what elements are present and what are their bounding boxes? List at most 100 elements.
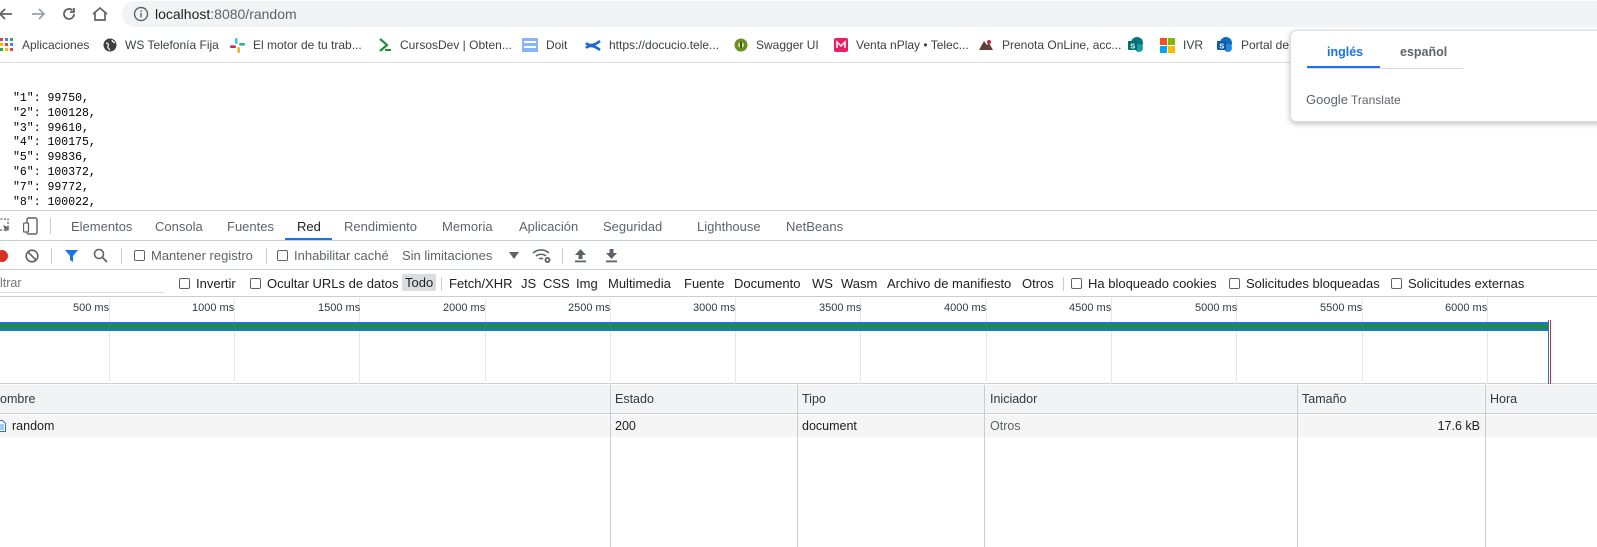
timeline-tick: 4000 ms bbox=[944, 302, 987, 314]
filter-input[interactable] bbox=[0, 274, 165, 293]
tab-lighthouse[interactable]: Lighthouse bbox=[697, 219, 761, 234]
type-filter-otros[interactable]: Otros bbox=[1022, 276, 1054, 291]
tab-rendimiento[interactable]: Rendimiento bbox=[344, 219, 417, 234]
bookmark-swagger[interactable]: Swagger UI bbox=[734, 36, 819, 54]
bookmark-slack[interactable]: El motor de tu trab... bbox=[230, 36, 362, 54]
prenota-icon bbox=[979, 40, 993, 50]
type-filter-fetch-xhr[interactable]: Fetch/XHR bbox=[449, 276, 513, 291]
controls-separator bbox=[266, 248, 267, 264]
tab-memoria[interactable]: Memoria bbox=[442, 219, 493, 234]
blocked-cookies-checkbox[interactable]: Ha bloqueado cookies bbox=[1071, 276, 1217, 291]
checkbox-box[interactable] bbox=[1391, 278, 1402, 289]
bookmark-label: El motor de tu trab... bbox=[253, 38, 362, 52]
address-bar[interactable]: localhost:8080/random bbox=[122, 1, 1597, 27]
search-icon[interactable] bbox=[93, 248, 108, 263]
disable-cache-label: Inhabilitar caché bbox=[294, 248, 389, 263]
svg-text:S: S bbox=[1219, 42, 1224, 51]
dropdown-arrow-icon bbox=[509, 251, 520, 259]
tab-red[interactable]: Red bbox=[297, 219, 321, 234]
request-name[interactable]: random bbox=[12, 419, 54, 433]
active-tab-underline bbox=[285, 238, 332, 240]
url-text[interactable]: localhost:8080/random bbox=[155, 6, 297, 22]
tab-seguridad[interactable]: Seguridad bbox=[603, 219, 662, 234]
forward-button[interactable] bbox=[28, 4, 48, 24]
type-filter-manifest[interactable]: Archivo de manifiesto bbox=[887, 276, 1011, 291]
column-divider[interactable] bbox=[797, 385, 798, 547]
checkbox-box[interactable] bbox=[179, 278, 190, 289]
tab-aplicacion[interactable]: Aplicación bbox=[519, 219, 578, 234]
export-har-icon[interactable] bbox=[605, 248, 618, 263]
network-overview-timeline[interactable]: 500 ms 1000 ms 1500 ms 2000 ms 2500 ms 3… bbox=[0, 298, 1597, 384]
column-divider[interactable] bbox=[1297, 385, 1298, 547]
inspect-element-icon[interactable] bbox=[0, 218, 12, 234]
translate-tab-ingles[interactable]: inglés bbox=[1327, 45, 1363, 59]
checkbox-box[interactable] bbox=[134, 250, 145, 261]
invert-checkbox[interactable]: Invertir bbox=[179, 276, 236, 291]
bookmark-ws-telefonia[interactable]: WS Telefonía Fija bbox=[103, 36, 219, 54]
hide-data-urls-checkbox[interactable]: Ocultar URLs de datos bbox=[250, 276, 399, 291]
bookmark-cursosdev[interactable]: CursosDev | Obten... bbox=[378, 36, 512, 54]
type-filter-multimedia[interactable]: Multimedia bbox=[608, 276, 671, 291]
tab-fuentes[interactable]: Fuentes bbox=[227, 219, 274, 234]
bookmark-aplicaciones[interactable]: Aplicaciones bbox=[0, 36, 89, 54]
bookmark-sharepoint[interactable]: S bbox=[1128, 36, 1152, 54]
bookmark-ivr[interactable]: IVR bbox=[1160, 36, 1203, 54]
filter-funnel-icon[interactable] bbox=[64, 249, 79, 263]
network-conditions-icon[interactable] bbox=[532, 247, 552, 264]
checkbox-box[interactable] bbox=[1071, 278, 1082, 289]
bookmark-prenota[interactable]: Prenota OnLine, acc... bbox=[978, 36, 1121, 54]
type-filter-ws[interactable]: WS bbox=[812, 276, 833, 291]
tab-elementos[interactable]: Elementos bbox=[71, 219, 132, 234]
browser-toolbar: localhost:8080/random bbox=[0, 0, 1597, 28]
throttling-select[interactable]: Sin limitaciones bbox=[402, 248, 520, 263]
tab-netbeans[interactable]: NetBeans bbox=[786, 219, 843, 234]
clear-icon[interactable] bbox=[25, 249, 39, 263]
bookmark-doit[interactable]: Doit bbox=[522, 36, 567, 54]
bookmark-docucio[interactable]: https://docucio.tele... bbox=[585, 36, 719, 54]
type-filter-css[interactable]: CSS bbox=[543, 276, 570, 291]
type-filter-wasm[interactable]: Wasm bbox=[841, 276, 877, 291]
type-filter-fuente[interactable]: Fuente bbox=[684, 276, 724, 291]
record-icon[interactable] bbox=[0, 249, 9, 263]
column-divider[interactable] bbox=[1485, 385, 1486, 547]
column-header-size[interactable]: Tamaño bbox=[1302, 385, 1346, 414]
info-icon[interactable] bbox=[133, 6, 149, 22]
json-line: "7": 99772, bbox=[13, 180, 89, 194]
preserve-log-checkbox[interactable]: Mantener registro bbox=[134, 248, 253, 263]
type-filter-js[interactable]: JS bbox=[521, 276, 536, 291]
bookmark-portal[interactable]: S Portal de bbox=[1217, 36, 1289, 54]
third-party-checkbox[interactable]: Solicitudes externas bbox=[1391, 276, 1524, 291]
translate-popup: inglés español Google Translate bbox=[1290, 30, 1597, 122]
checkbox-box[interactable] bbox=[250, 278, 261, 289]
device-toolbar-icon[interactable] bbox=[23, 217, 39, 235]
column-header-initiator[interactable]: Iniciador bbox=[990, 385, 1037, 414]
timeline-tick: 500 ms bbox=[73, 302, 110, 314]
requests-table: ombre Estado Tipo Iniciador Tamaño Hora … bbox=[0, 385, 1597, 547]
import-har-icon[interactable] bbox=[574, 248, 587, 263]
reload-button[interactable] bbox=[59, 4, 79, 24]
controls-separator bbox=[562, 248, 563, 264]
invert-label: Invertir bbox=[196, 276, 236, 291]
google-wordmark: Google bbox=[1306, 92, 1348, 107]
type-filter-documento[interactable]: Documento bbox=[734, 276, 800, 291]
type-filter-todo[interactable]: Todo bbox=[402, 274, 437, 291]
column-header-time[interactable]: Hora bbox=[1490, 385, 1517, 414]
blocked-requests-checkbox[interactable]: Solicitudes bloqueadas bbox=[1229, 276, 1380, 291]
column-header-type[interactable]: Tipo bbox=[802, 385, 826, 414]
timeline-tick: 3500 ms bbox=[819, 302, 862, 314]
column-header-status[interactable]: Estado bbox=[615, 385, 654, 414]
tab-consola[interactable]: Consola bbox=[155, 219, 203, 234]
bookmark-venta-nplay[interactable]: Venta nPlay • Telec... bbox=[834, 36, 969, 54]
home-button[interactable] bbox=[90, 4, 110, 24]
disable-cache-checkbox[interactable]: Inhabilitar caché bbox=[277, 248, 389, 263]
back-button[interactable] bbox=[0, 4, 16, 24]
checkbox-box[interactable] bbox=[1229, 278, 1240, 289]
type-filter-img[interactable]: Img bbox=[576, 276, 598, 291]
column-divider[interactable] bbox=[610, 385, 611, 547]
filter-separator bbox=[441, 277, 442, 291]
translate-tab-espanol[interactable]: español bbox=[1400, 45, 1447, 59]
column-divider[interactable] bbox=[984, 385, 985, 547]
checkbox-box[interactable] bbox=[277, 250, 288, 261]
reload-icon bbox=[63, 8, 75, 20]
column-header-name[interactable]: ombre bbox=[0, 385, 35, 414]
